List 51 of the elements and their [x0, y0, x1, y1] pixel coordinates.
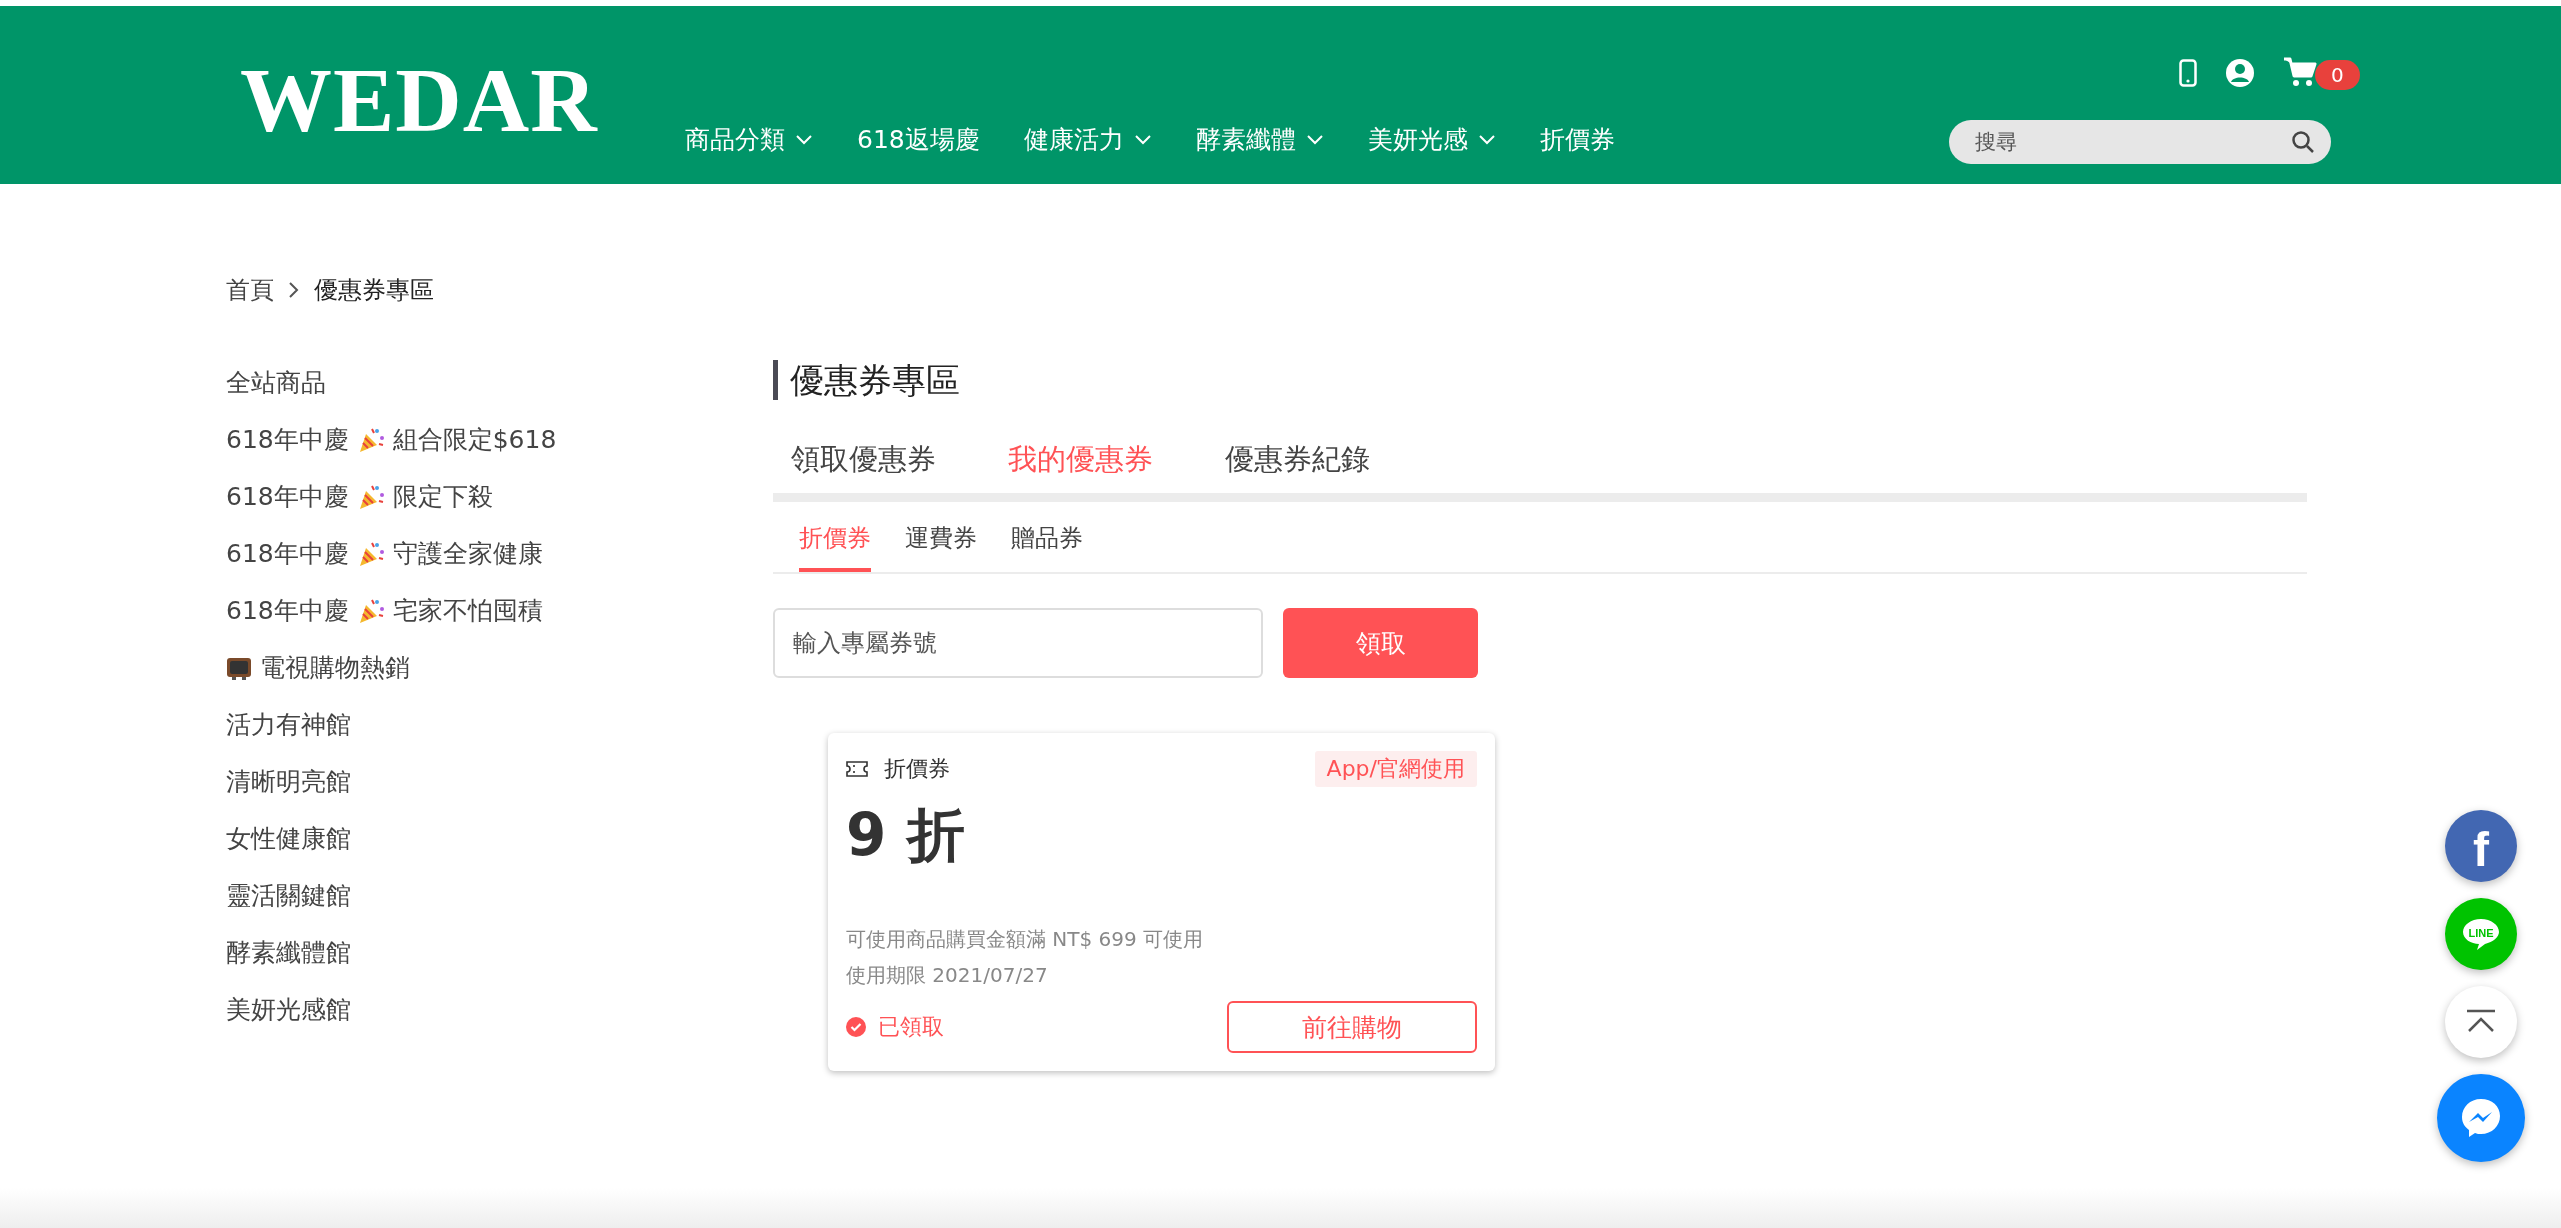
- category-link[interactable]: 女性健康館: [226, 810, 773, 867]
- tab[interactable]: 領取優惠券: [791, 440, 936, 493]
- discount-value: 9 折: [846, 800, 966, 871]
- category-link[interactable]: 靈活關鍵館: [226, 867, 773, 924]
- logo[interactable]: WEDAR: [240, 54, 685, 146]
- nav-link[interactable]: 商品分類: [685, 123, 813, 156]
- user-icon[interactable]: [2225, 58, 2255, 88]
- nav-link[interactable]: 酵素纖體: [1195, 123, 1324, 156]
- sub-tab[interactable]: 運費券: [905, 522, 977, 572]
- coupon-condition: 可使用商品購買金額滿 NT$ 699 可使用: [846, 926, 1205, 953]
- search-icon[interactable]: [2291, 130, 2315, 154]
- category-link[interactable]: 活力有神館: [226, 696, 773, 753]
- chevron-down-icon: [1477, 133, 1496, 146]
- claimed-status: 已領取: [878, 1013, 944, 1041]
- cart-count-badge: 0: [2315, 60, 2360, 90]
- category-link[interactable]: 電視購物熱銷: [226, 639, 773, 696]
- breadcrumb-link[interactable]: 首頁: [226, 274, 274, 306]
- chevron-down-icon: [795, 133, 813, 146]
- chat-bubble-icon: [2459, 1096, 2503, 1140]
- category-link[interactable]: 清晰明亮館: [226, 753, 773, 810]
- nav-link[interactable]: 美妍光感: [1367, 123, 1496, 156]
- category-link[interactable]: 美妍光感館: [226, 981, 773, 1038]
- page-title: 優惠券專區: [773, 360, 2307, 400]
- category-link[interactable]: 618年中慶 限定下殺: [226, 468, 773, 525]
- chevron-down-icon: [1305, 133, 1324, 146]
- back-to-top-button[interactable]: [2445, 986, 2517, 1058]
- smartphone-icon[interactable]: [2179, 59, 2197, 87]
- cart-icon[interactable]: [2283, 56, 2317, 88]
- nav-link[interactable]: 折價券: [1539, 123, 1615, 156]
- category-link[interactable]: 全站商品: [226, 354, 773, 411]
- coupon-expiry: 使用期限 2021/07/27: [846, 962, 1049, 989]
- sub-tab[interactable]: 贈品券: [1011, 522, 1083, 572]
- messenger-button[interactable]: [2437, 1074, 2525, 1162]
- chevron-right-icon: [288, 281, 300, 299]
- search-field[interactable]: 搜尋: [1949, 120, 2331, 164]
- facebook-button[interactable]: f: [2445, 810, 2517, 882]
- ticket-icon: [846, 761, 868, 777]
- category-link[interactable]: 618年中慶 守護全家健康: [226, 525, 773, 582]
- chevron-down-icon: [1133, 133, 1152, 146]
- category-link[interactable]: 618年中慶 宅家不怕囤積: [226, 582, 773, 639]
- television-icon: [226, 655, 252, 680]
- category-link[interactable]: 酵素纖體館: [226, 924, 773, 981]
- speech-bubble-icon: LINE: [2461, 917, 2501, 951]
- breadcrumb-link[interactable]: 優惠券專區: [314, 274, 434, 306]
- coupon-code-field[interactable]: 輸入專屬券號: [773, 608, 1263, 678]
- category-link[interactable]: 618年中慶 組合限定$618: [226, 411, 773, 468]
- tab[interactable]: 優惠券紀錄: [1225, 440, 1370, 493]
- coupon-type: 折價券: [884, 755, 950, 783]
- usage-tag: App/官網使用: [1314, 751, 1477, 787]
- nav-link[interactable]: 618返場慶: [857, 123, 980, 156]
- nav-link[interactable]: 健康活力: [1023, 123, 1152, 156]
